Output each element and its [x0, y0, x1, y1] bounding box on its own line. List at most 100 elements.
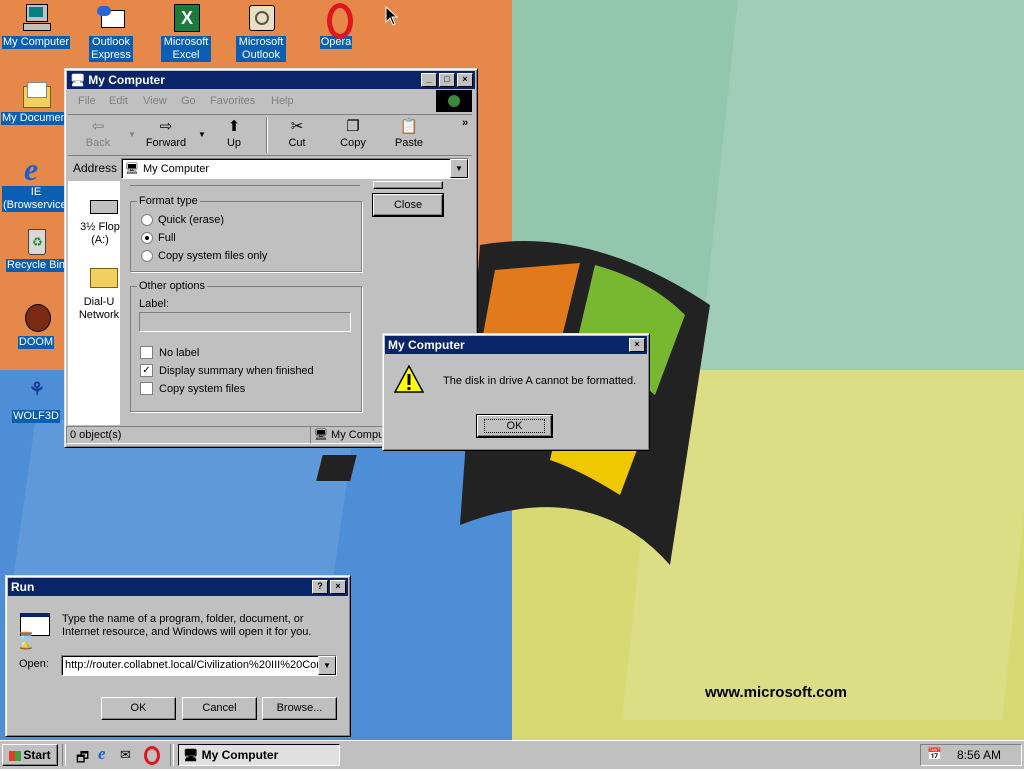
internet-explorer-icon: e	[24, 151, 39, 187]
back-dropdown-icon[interactable]: ▼	[128, 130, 136, 139]
scheduler-icon[interactable]: 📅	[927, 747, 942, 761]
menu-file[interactable]: File	[78, 95, 96, 107]
label-field-label: Label:	[139, 298, 169, 310]
run-cancel-button[interactable]: Cancel	[182, 697, 257, 720]
start-button-partial[interactable]	[373, 181, 443, 189]
menu-go[interactable]: Go	[181, 95, 196, 107]
forward-arrow-icon: ⇨	[159, 118, 173, 135]
desktop-icon-opera[interactable]: Opera	[300, 2, 372, 49]
open-value: http://router.collabnet.local/Civilizati…	[65, 659, 326, 671]
show-desktop-icon[interactable]: 🗗	[76, 747, 89, 771]
help-button[interactable]: ?	[312, 580, 328, 594]
desktop-icon-my-documents[interactable]: My Documents	[0, 78, 72, 128]
up-folder-icon: ⬆	[227, 118, 241, 135]
mouse-cursor-icon	[385, 6, 399, 26]
address-combobox[interactable]: 🖥 My Computer ▼	[121, 158, 469, 179]
recycle-bin-icon: ♻	[20, 225, 52, 257]
forward-dropdown-icon[interactable]: ▼	[198, 130, 206, 139]
menu-help[interactable]: Help	[271, 95, 294, 107]
alert-message: The disk in drive A cannot be formatted.	[443, 375, 637, 387]
menu-view[interactable]: View	[143, 95, 167, 107]
run-titlebar[interactable]: Run ? ×	[8, 578, 348, 596]
start-button[interactable]: Start	[2, 744, 58, 766]
warning-icon	[394, 365, 424, 393]
floppy-drive-label[interactable]: 3½ Flop (A:)	[80, 221, 120, 247]
opera-icon[interactable]	[144, 746, 160, 765]
desktop-icon-recycle-bin[interactable]: ♻ Recycle Bin	[0, 225, 72, 272]
outlook-express-icon[interactable]: ✉	[120, 747, 131, 763]
chevron-down-icon[interactable]: ▼	[318, 656, 336, 675]
desktop-icon-doom[interactable]: DOOM	[0, 302, 72, 349]
checkbox-no-label[interactable]: No label	[140, 346, 199, 359]
computer-icon: 🖥	[183, 748, 199, 762]
menu-favorites[interactable]: Favorites	[210, 95, 255, 107]
close-format-button[interactable]: Close	[372, 193, 444, 217]
desktop-icon-excel[interactable]: X Microsoft Excel	[150, 2, 222, 62]
scissors-icon: ✂	[290, 118, 304, 135]
menu-edit[interactable]: Edit	[109, 95, 128, 107]
open-combobox[interactable]: http://router.collabnet.local/Civilizati…	[61, 655, 337, 676]
desktop-icon-outlook[interactable]: Microsoft Outlook	[225, 2, 297, 62]
windows-throbber-icon	[436, 90, 472, 112]
run-ok-button[interactable]: OK	[101, 697, 176, 720]
checkbox-display-summary[interactable]: ✓ Display summary when finished	[140, 364, 314, 377]
window-title: My Computer	[88, 73, 165, 87]
system-tray: 📅 8:56 AM	[920, 744, 1022, 766]
computer-icon	[20, 2, 52, 34]
clock[interactable]: 8:56 AM	[957, 748, 1001, 762]
chevron-down-icon[interactable]: ▼	[450, 159, 468, 178]
computer-icon: 🖥	[125, 163, 139, 175]
radio-copy-system-files-only[interactable]: Copy system files only	[141, 250, 267, 262]
address-value: My Computer	[143, 163, 210, 175]
taskbar-my-computer-button[interactable]: 🖥 My Computer	[178, 744, 340, 766]
radio-full[interactable]: Full	[141, 232, 176, 244]
outlook-icon	[245, 2, 277, 34]
back-arrow-icon: ⇦	[91, 118, 105, 135]
address-label: Address	[73, 161, 118, 175]
internet-explorer-icon[interactable]: e	[98, 744, 106, 764]
radio-quick-erase[interactable]: Quick (erase)	[141, 214, 224, 226]
run-title: Run	[11, 580, 35, 594]
back-button[interactable]: ⇦ Back	[72, 117, 124, 149]
windows-flag-icon	[9, 750, 22, 761]
floppy-drive-icon[interactable]	[90, 192, 118, 214]
copy-icon: ❐	[346, 118, 360, 135]
paste-button[interactable]: 📋 Paste	[383, 117, 435, 149]
computer-icon: 🖥	[314, 429, 328, 441]
format-type-label: Format type	[137, 195, 200, 207]
capacity-combobox-edge	[130, 181, 360, 186]
close-button[interactable]: ×	[457, 73, 473, 87]
outlook-express-icon	[95, 2, 127, 34]
maximize-button[interactable]: □	[439, 73, 455, 87]
toolbar-chevron-icon[interactable]: »	[462, 117, 468, 129]
wallpaper-url: www.microsoft.com	[705, 684, 847, 701]
status-object-count: 0 object(s)	[66, 426, 311, 444]
desktop-icon-my-computer[interactable]: My Computer	[0, 2, 72, 49]
desktop-icon-ie[interactable]: e IE (Browservice)	[0, 152, 72, 212]
forward-button[interactable]: ⇨ Forward	[140, 117, 192, 149]
close-button[interactable]: ×	[330, 580, 346, 594]
dialup-networking-label[interactable]: Dial-U Network	[78, 296, 120, 322]
desktop-icon-wolf3d[interactable]: ⚘ WOLF3D	[0, 376, 72, 423]
other-options-label: Other options	[137, 280, 208, 292]
doom-icon	[20, 302, 52, 334]
alert-title: My Computer	[388, 338, 465, 352]
my-computer-titlebar[interactable]: 🖥 My Computer _ □ ×	[67, 71, 475, 89]
computer-icon: 🖥	[70, 73, 86, 87]
wallpaper-highlight	[697, 0, 1024, 380]
up-button[interactable]: ⬆ Up	[208, 117, 260, 149]
run-description: Type the name of a program, folder, docu…	[62, 613, 312, 638]
clipboard-icon: 📋	[399, 118, 419, 135]
cut-button[interactable]: ✂ Cut	[271, 117, 323, 149]
run-browse-button[interactable]: Browse...	[262, 697, 337, 720]
label-input[interactable]	[139, 312, 351, 332]
dialup-networking-icon[interactable]	[90, 262, 118, 288]
folder-icon	[20, 78, 52, 110]
alert-ok-button[interactable]: OK	[476, 414, 553, 438]
alert-titlebar[interactable]: My Computer ×	[385, 336, 647, 354]
desktop-icon-outlook-express[interactable]: Outlook Express	[75, 2, 147, 62]
checkbox-copy-system-files[interactable]: Copy system files	[140, 382, 245, 395]
close-button[interactable]: ×	[629, 338, 645, 352]
minimize-button[interactable]: _	[421, 73, 437, 87]
copy-button[interactable]: ❐ Copy	[327, 117, 379, 149]
